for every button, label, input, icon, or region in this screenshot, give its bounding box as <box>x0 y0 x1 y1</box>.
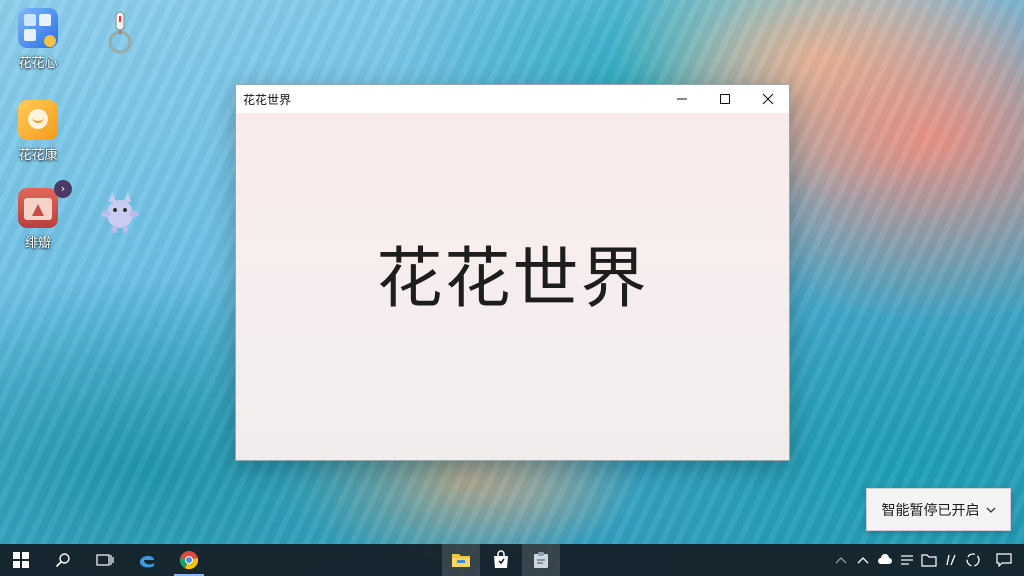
window-controls <box>660 85 789 113</box>
search-icon <box>55 553 70 568</box>
mascot-icon <box>101 192 139 233</box>
content-heading: 花花世界 <box>376 239 649 317</box>
notification-text: 智能暂停已开启 <box>881 502 980 519</box>
taskbar-app-2[interactable] <box>522 544 560 576</box>
desktop-icon-label: 花花康 <box>18 148 58 163</box>
minimize-button[interactable] <box>660 85 703 113</box>
clipboard-app-icon <box>534 552 548 568</box>
tray-show-hidden-button[interactable] <box>852 544 874 576</box>
tray-notes-button[interactable] <box>896 544 918 576</box>
desktop-icon-label: 绯瓣 <box>24 236 51 251</box>
edge-browser-icon <box>140 556 154 568</box>
chevron-right-icon: › <box>54 180 72 198</box>
huahuaxin-app-icon <box>18 8 58 48</box>
mouse-icon <box>108 11 132 54</box>
desktop-icon-huahuakang[interactable]: 花花康 <box>6 100 70 163</box>
tray-sync-button[interactable] <box>962 544 984 576</box>
window-content: 花花世界 <box>236 113 789 460</box>
app-window[interactable]: 花花世界 花花世界 <box>235 84 790 461</box>
close-button[interactable] <box>746 85 789 113</box>
sync-icon <box>966 553 980 567</box>
huahuakang-app-icon <box>18 100 58 140</box>
window-title: 花花世界 <box>243 92 292 107</box>
taskbar-app-1[interactable] <box>480 544 522 576</box>
tray-cloud-button[interactable] <box>874 544 896 576</box>
chevron-up-icon <box>857 557 869 564</box>
windows-logo-icon <box>13 552 29 568</box>
close-icon <box>762 93 773 105</box>
maximize-icon <box>719 94 730 104</box>
cloud-icon <box>878 554 892 564</box>
taskbar <box>0 544 1024 576</box>
folder-icon <box>452 554 470 567</box>
maximize-button[interactable] <box>703 85 746 113</box>
tray-folder-button[interactable] <box>918 544 940 576</box>
start-button[interactable] <box>0 544 42 576</box>
tray-overflow-button[interactable] <box>830 544 852 576</box>
desktop-icon-label: 花花心 <box>18 56 58 71</box>
pen-icon <box>946 554 956 566</box>
system-tray <box>830 544 1024 576</box>
tray-pen-button[interactable] <box>940 544 962 576</box>
desktop-icon-mouse[interactable] <box>88 8 152 60</box>
search-button[interactable] <box>42 544 84 576</box>
desktop-icon-feiban[interactable]: › 绯瓣 <box>6 180 72 251</box>
desktop-icon-mascot[interactable] <box>88 188 152 238</box>
taskbar-edge[interactable] <box>126 544 168 576</box>
chevron-down-icon[interactable] <box>986 506 996 514</box>
smart-pause-notification[interactable]: 智能暂停已开启 <box>866 488 1011 531</box>
notification-icon <box>996 553 1012 567</box>
taskbar-file-explorer[interactable] <box>442 544 480 576</box>
folder-outline-icon <box>921 554 937 567</box>
task-view-icon <box>96 554 114 566</box>
task-view-button[interactable] <box>84 544 126 576</box>
action-center-button[interactable] <box>984 544 1024 576</box>
store-bag-icon <box>494 550 508 568</box>
chrome-browser-icon <box>179 551 199 570</box>
chevron-up-icon <box>835 557 847 564</box>
minimize-icon <box>676 98 687 100</box>
taskbar-chrome[interactable] <box>168 544 210 576</box>
feiban-app-icon: › <box>18 180 72 228</box>
window-titlebar[interactable]: 花花世界 <box>236 85 789 113</box>
notes-icon <box>901 555 913 565</box>
desktop-icon-huahuaxin[interactable]: 花花心 <box>6 8 70 71</box>
